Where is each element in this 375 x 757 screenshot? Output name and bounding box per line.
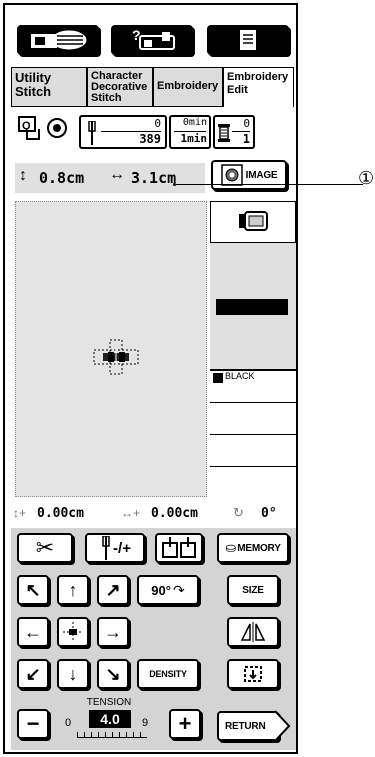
arrow-up-right-icon: ↗ [105,579,121,600]
return-button[interactable]: RETURN [217,711,279,741]
tab-utility-stitch[interactable]: Utility Stitch [11,67,87,107]
color-current: 0 [243,117,250,130]
tension-min: 0 [65,717,72,729]
vertical-offset: 0.00cm [37,506,84,521]
trial-frame-button[interactable] [227,659,279,689]
move-up-right-button[interactable]: ↗ [97,575,129,605]
embroidery-edit-panel: ? Utility Stitch Character Decorative St… [3,3,363,754]
tension-control: − TENSION 0 4.0 9 + [17,697,207,747]
color-row-4 [210,466,296,497]
mirror-button[interactable] [227,617,279,647]
help-button[interactable]: ? [111,25,193,55]
embroidery-preview-area[interactable] [15,201,207,497]
rotate-90-button[interactable]: 90° ↷ [137,575,199,605]
image-preview-icon [220,164,243,186]
move-down-right-button[interactable]: ↘ [97,659,129,689]
tension-max: 9 [142,717,149,729]
move-down-button[interactable]: ↓ [57,659,89,689]
scissors-icon: ✂ [35,535,55,560]
return-arrow-icon [275,710,291,742]
needle-adjust-button[interactable]: -/+ [85,533,145,563]
rotation-icon: ↻ [233,505,244,520]
svg-text:Q: Q [22,120,31,132]
vertical-move-icon: ↕+ [13,506,27,520]
move-left-button[interactable]: ← [17,617,49,647]
thread-swatch-bar [216,299,288,315]
time-counter: 0min 1min [169,115,211,149]
tab-embroidery-edit[interactable]: Embroidery Edit [223,67,294,107]
size-readout: ↕ 0.8cm ↔ 3.1cm [15,163,205,193]
embroidery-pattern-preview [93,339,139,375]
tab-character-decorative[interactable]: Character Decorative Stitch [87,67,153,107]
height-value: 0.8cm [39,169,85,187]
sewing-mode-button[interactable] [17,25,99,55]
time-current: 0min [182,117,207,128]
color-total: 1 [242,132,250,146]
color-row-3 [210,434,296,466]
horizontal-offset: 0.00cm [151,506,198,521]
tension-label: TENSION [86,697,132,708]
size-button[interactable]: SIZE [227,575,279,605]
time-total: 1min [180,132,208,145]
color-counter: 0 1 [213,115,255,149]
height-arrow-icon: ↕ [19,167,27,184]
spool-icon [218,124,230,142]
width-arrow-icon: ↔ [109,166,125,183]
needle-icon [88,121,96,145]
arrow-down-left-icon: ↙ [25,663,41,684]
hoop-thread-icon: Q [18,116,67,140]
spool-swatch-icon [213,373,223,383]
tension-plus-button[interactable]: + [169,709,201,739]
position-readout: ↕+ 0.00cm ↔+ 0.00cm ↻ 0° [11,505,296,525]
image-button[interactable]: IMAGE [211,160,287,190]
mirror-flip-icon [240,622,266,642]
arrow-down-icon: ↓ [68,663,78,684]
arrow-right-icon: → [104,621,122,642]
frame-move-icon [162,537,196,558]
callout-line [175,184,363,185]
stitch-counter: 0 389 [79,115,167,149]
settings-button[interactable] [207,25,289,55]
color-row-1[interactable]: BLACK [210,370,296,402]
needle-icon [102,536,110,560]
move-up-button[interactable]: ↑ [57,575,89,605]
tension-scale [77,732,147,738]
arrow-left-icon: ← [24,621,42,642]
move-right-button[interactable]: → [97,617,129,647]
mirror-frame-button[interactable] [155,533,203,563]
color-row-2 [210,402,296,434]
center-button[interactable] [57,617,89,647]
density-button[interactable]: DENSITY [137,659,199,689]
machine-book-icon [31,30,87,50]
arrow-up-icon: ↑ [68,579,78,600]
width-value: 3.1cm [131,169,177,187]
stitch-total: 389 [139,132,161,146]
help-machine-icon: ? [132,28,175,50]
rotation-value: 0° [261,506,277,521]
tension-value: 4.0 [89,710,131,728]
scissors-button[interactable]: ✂ [17,533,73,563]
center-target-icon [63,622,83,642]
move-down-left-button[interactable]: ↙ [17,659,49,689]
move-up-left-button[interactable]: ↖ [17,575,49,605]
rotate-arrow-icon: ↷ [172,581,185,598]
callout-marker: ① [358,168,375,188]
tension-minus-button[interactable]: − [17,709,49,739]
memory-button[interactable]: ⛀ MEMORY [217,533,289,563]
memory-icon: ⛀ [225,540,237,555]
presser-foot-icon [239,211,268,231]
horizontal-move-icon: ↔+ [121,506,141,520]
stitch-current: 0 [154,117,161,130]
frame-check-icon [244,666,262,682]
arrow-up-left-icon: ↖ [25,579,41,600]
thread-color-name: BLACK [225,371,255,381]
arrow-down-right-icon: ↘ [105,663,121,684]
tab-embroidery[interactable]: Embroidery [153,67,223,107]
document-list-icon [240,30,256,50]
